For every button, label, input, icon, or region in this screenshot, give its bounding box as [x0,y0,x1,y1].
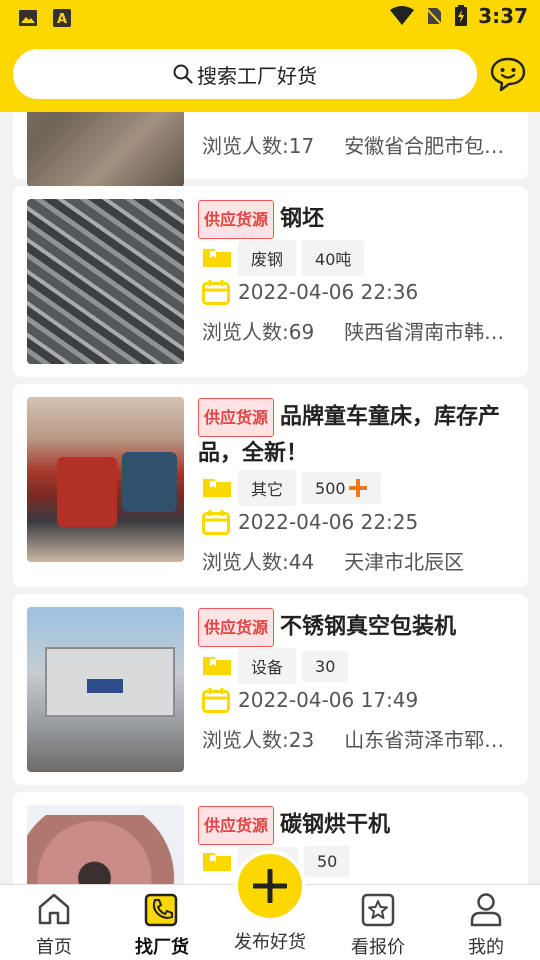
status-bar: A 3:37 [0,0,540,36]
location: 天津市北辰区 [344,550,465,574]
location: 山东省菏泽市郓… [344,728,505,752]
battery-charging-icon [455,5,468,26]
calendar-icon [202,510,230,535]
goods-list[interactable]: 浏览人数:17 安徽省合肥市包… 供应货源 钢坯 废钢 40吨 2022-04-0… [0,112,540,884]
tab-quotes[interactable]: 看报价 [338,891,418,959]
chip-row: 其它 500 [202,470,381,506]
header: 搜索工厂好货 [0,36,540,112]
search-placeholder: 搜索工厂好货 [197,63,317,88]
goods-thumbnail [27,397,184,562]
tab-find-goods[interactable]: 找厂货 [122,891,202,959]
goods-thumbnail [27,805,184,884]
tab-mine[interactable]: 我的 [446,891,526,959]
goods-thumbnail [27,112,184,187]
category-chip: 其它 [238,470,297,506]
wifi-icon [390,6,415,25]
goods-title: 供应货源 碳钢烘干机 [198,806,514,845]
quantity-chip: 500 [302,472,381,504]
goods-card[interactable]: 供应货源 不锈钢真空包装机 设备 30 2022-04-06 17:49 浏览人数… [13,594,528,785]
supply-tag: 供应货源 [198,398,275,437]
category-chip: 设备 [238,648,297,684]
star-box-icon [361,893,395,927]
plus-icon [348,479,367,497]
no-sim-icon [425,7,443,26]
post-date: 2022-04-06 22:25 [238,510,419,534]
location: 陕西省渭南市韩… [344,320,505,344]
image-icon [19,10,37,26]
plus-icon [253,869,287,903]
category-icon [203,249,231,267]
quantity-chip: 50 [304,846,351,877]
category-icon [203,852,231,871]
post-date: 2022-04-06 22:36 [238,280,419,304]
views-count: 浏览人数:17 [202,134,315,158]
supply-tag: 供应货源 [198,608,275,647]
user-icon [470,893,502,927]
goods-card[interactable]: 浏览人数:17 安徽省合肥市包… [13,112,528,187]
views-row: 浏览人数:17 安徽省合肥市包… [202,130,514,159]
views-count: 浏览人数:23 [202,728,315,752]
date-row: 2022-04-06 22:36 [202,279,418,305]
text-a-icon: A [53,9,71,27]
goods-card[interactable]: 供应货源 钢坯 废钢 40吨 2022-04-06 22:36 浏览人数:69 陕… [13,186,528,377]
category-icon [203,657,231,675]
svg-text:A: A [57,12,67,27]
views-count: 浏览人数:44 [202,550,315,574]
date-row: 2022-04-06 17:49 [202,687,418,713]
search-icon [173,64,193,84]
views-row: 浏览人数:44 天津市北辰区 [202,546,514,575]
date-row: 2022-04-06 22:25 [202,509,418,535]
views-count: 浏览人数:69 [202,320,315,344]
clock: 3:37 [478,4,528,28]
category-icon [203,479,231,497]
quantity-chip: 40吨 [302,240,365,276]
goods-thumbnail [27,607,184,772]
phone-icon [144,893,178,927]
calendar-icon [202,280,230,305]
location: 安徽省合肥市包… [344,134,505,158]
quantity-chip: 30 [302,650,349,682]
views-row: 浏览人数:69 陕西省渭南市韩… [202,316,514,345]
chip-row: 设备 30 [202,648,349,684]
home-icon [38,893,70,925]
publish-button[interactable] [234,850,306,922]
post-date: 2022-04-06 17:49 [238,688,419,712]
goods-thumbnail [27,199,184,364]
supply-tag: 供应货源 [198,200,275,239]
calendar-icon [202,688,230,713]
message-icon[interactable] [490,56,526,92]
goods-title: 供应货源 品牌童车童床，库存产品，全新！ [198,398,514,470]
goods-title: 供应货源 钢坯 [198,200,514,239]
tab-home[interactable]: 首页 [14,891,94,959]
search-bar[interactable]: 搜索工厂好货 [13,49,477,99]
views-row: 浏览人数:23 山东省菏泽市郓… [202,724,514,753]
publish-label[interactable]: 发布好货 [225,928,315,954]
category-chip: 废钢 [238,240,297,276]
goods-card[interactable]: 供应货源 品牌童车童床，库存产品，全新！ 其它 500 2022-04-06 22… [13,384,528,587]
goods-title: 供应货源 不锈钢真空包装机 [198,608,514,647]
supply-tag: 供应货源 [198,806,275,845]
chip-row: 废钢 40吨 [202,240,365,276]
